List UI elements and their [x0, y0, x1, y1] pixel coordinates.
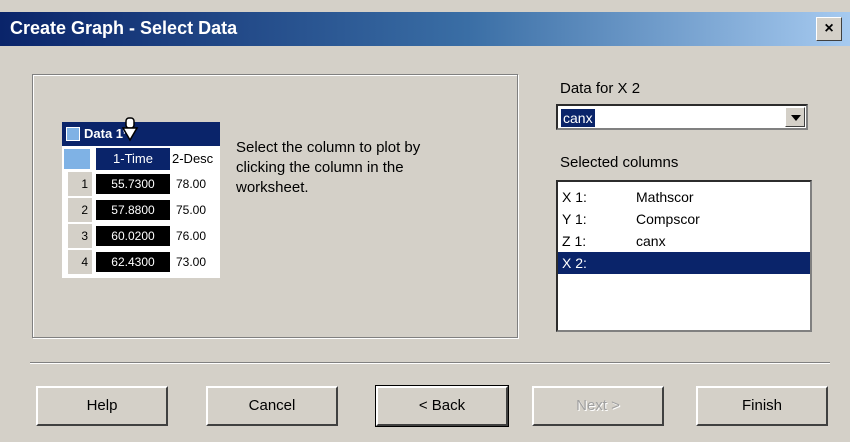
help-button[interactable]: Help [36, 386, 168, 426]
column-header-desc: 2-Desc [172, 151, 214, 166]
chevron-down-icon [791, 115, 801, 121]
data-for-select[interactable]: canx [556, 104, 808, 130]
list-item-value: Mathscor [636, 189, 694, 205]
next-button[interactable]: Next > [532, 386, 664, 426]
close-button[interactable]: × [816, 17, 842, 41]
cell-desc: 76.00 [176, 229, 207, 243]
cell-time: 60.0200 [96, 226, 170, 246]
selected-columns-label: Selected columns [560, 154, 679, 171]
cell-time: 62.4300 [96, 252, 170, 272]
row-number: 1 [68, 172, 92, 196]
cell-desc: 73.00 [176, 255, 207, 269]
dropdown-button[interactable] [785, 107, 805, 127]
list-item-value: Compscor [636, 211, 700, 227]
list-item[interactable]: X 1: Mathscor [558, 186, 810, 208]
cell-time: 57.8800 [96, 200, 170, 220]
worksheet-header: 1-Time 2-Desc [62, 148, 220, 170]
window-title: Create Graph - Select Data [10, 18, 238, 38]
column-header-time: 1-Time [96, 148, 170, 170]
list-item[interactable]: Y 1: Compscor [558, 208, 810, 230]
pointer-hand-icon [121, 117, 139, 142]
selected-columns-list[interactable]: X 1: Mathscor Y 1: Compscor Z 1: canx X … [556, 180, 812, 332]
cell-time: 55.7300 [96, 174, 170, 194]
list-item-key: Y 1: [562, 211, 587, 227]
worksheet-icon [66, 127, 80, 141]
finish-button[interactable]: Finish [696, 386, 828, 426]
table-row: 2 57.8800 75.00 [62, 198, 220, 222]
list-item-key: Z 1: [562, 233, 587, 249]
table-row: 1 55.7300 78.00 [62, 172, 220, 196]
cell-desc: 75.00 [176, 203, 207, 217]
back-button[interactable]: < Back [375, 385, 509, 427]
data-for-value: canx [561, 109, 595, 127]
data-for-label: Data for X 2 [560, 80, 641, 97]
worksheet-preview: Data 1* 1-Time 2-Desc 1 55.7300 78.00 2 … [62, 117, 220, 278]
row-number: 3 [68, 224, 92, 248]
worksheet-title-bar: Data 1* [62, 117, 220, 146]
list-item-selected[interactable]: X 2: [558, 252, 810, 274]
cell-desc: 78.00 [176, 177, 207, 191]
list-item-key: X 2: [562, 255, 587, 271]
select-all-corner [64, 149, 90, 169]
table-row: 3 60.0200 76.00 [62, 224, 220, 248]
list-item-value: canx [636, 233, 666, 249]
title-bar: Create Graph - Select Data × [0, 12, 850, 46]
list-item-key: X 1: [562, 189, 587, 205]
row-number: 2 [68, 198, 92, 222]
row-number: 4 [68, 250, 92, 274]
divider [30, 362, 830, 364]
list-item[interactable]: Z 1: canx [558, 230, 810, 252]
table-row: 4 62.4300 73.00 [62, 250, 220, 274]
instruction-text: Select the column to plot by clicking th… [236, 139, 421, 196]
cancel-button[interactable]: Cancel [206, 386, 338, 426]
